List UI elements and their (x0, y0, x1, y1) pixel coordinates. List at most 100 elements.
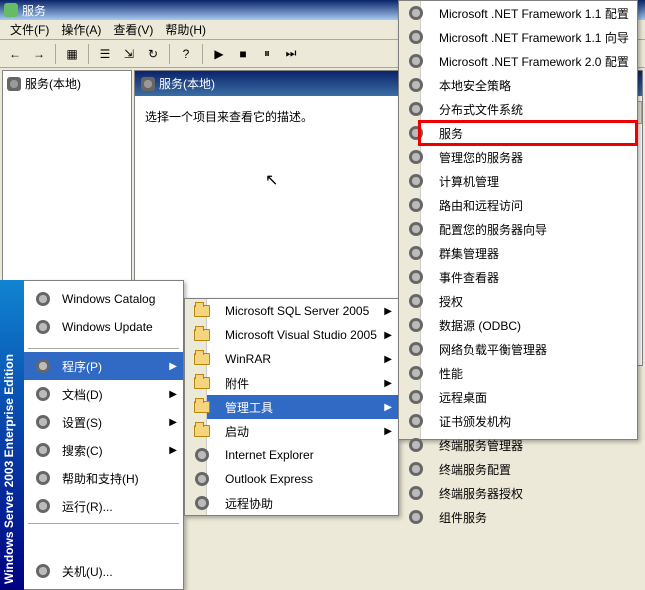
menu-action[interactable]: 操作(A) (55, 19, 107, 40)
admin-item-label: 群集管理器 (439, 245, 499, 262)
right-pane-title: 服务(本地) (159, 75, 215, 92)
start-item-documents[interactable]: 文档(D) ▶ (24, 380, 183, 408)
programs-item-label: Microsoft SQL Server 2005 (225, 304, 369, 318)
admin-item-label: 事件查看器 (439, 269, 499, 286)
admin-item-cluster[interactable]: 群集管理器 (421, 241, 637, 265)
forward-button[interactable]: → (28, 43, 50, 65)
start-item-label: 文档(D) (62, 386, 103, 403)
help-button[interactable]: ? (175, 43, 197, 65)
programs-item[interactable]: Microsoft Visual Studio 2005 ▶ (207, 323, 398, 347)
highlight-box (418, 120, 638, 146)
start-item-search[interactable]: 搜索(C)▶ (24, 436, 183, 464)
submenu-arrow-icon: ▶ (169, 361, 177, 372)
admin-item-label: 远程桌面 (439, 389, 487, 406)
start-item-label: 程序(P) (62, 358, 102, 375)
left-tree-root-label: 服务(本地) (25, 75, 81, 92)
admin-item-net[interactable]: Microsoft .NET Framework 2.0 配置 (421, 49, 637, 73)
programs-item-label: 附件 (225, 375, 249, 392)
properties-button[interactable]: ☰ (94, 43, 116, 65)
start-item-help[interactable]: 帮助和支持(H) (24, 464, 183, 492)
export-button[interactable]: ⇲ (118, 43, 140, 65)
admin-item-ca[interactable]: 证书颁发机构 (421, 409, 637, 433)
submenu-arrow-icon: ▶ (384, 402, 392, 413)
admin-item-comsvc[interactable]: 组件服务 (421, 505, 637, 529)
programs-item-label: 启动 (225, 423, 249, 440)
submenu-arrow-icon: ▶ (169, 389, 177, 400)
submenu-arrow-icon: ▶ (384, 306, 392, 317)
start-menu-banner: Windows Server 2003 Enterprise Edition (0, 280, 24, 590)
admin-item-label: 终端服务配置 (439, 461, 511, 478)
admin-item-label: 管理您的服务器 (439, 149, 523, 166)
admin-item-ts[interactable]: 终端服务管理器 (421, 433, 637, 457)
start-item-label: 帮助和支持(H) (62, 470, 139, 487)
programs-item[interactable]: WinRAR ▶ (207, 347, 398, 371)
submenu-arrow-icon: ▶ (169, 417, 177, 428)
programs-item-label: 管理工具 (225, 399, 273, 416)
programs-item[interactable]: Outlook Express (207, 467, 398, 491)
programs-item[interactable]: Internet Explorer (207, 443, 398, 467)
admin-item-label: 性能 (439, 365, 463, 382)
admin-item-mgr[interactable]: 管理您的服务器 (421, 145, 637, 169)
submenu-arrow-icon: ▶ (384, 330, 392, 341)
services-icon (7, 77, 21, 91)
start-item-update[interactable]: Windows Update (24, 313, 183, 341)
programs-item-label: Microsoft Visual Studio 2005 (225, 328, 377, 342)
window-title: 服务 (22, 2, 46, 19)
admin-item-label: 终端服务管理器 (439, 437, 523, 454)
admin-item-net[interactable]: Microsoft .NET Framework 1.1 向导 (421, 25, 637, 49)
programs-item[interactable]: 启动▶ (207, 419, 398, 443)
admin-item-comp[interactable]: 计算机管理 (421, 169, 637, 193)
programs-submenu: Microsoft SQL Server 2005▶Microsoft Visu… (184, 298, 399, 516)
admin-item-label: 路由和远程访问 (439, 197, 523, 214)
admin-item-rdp[interactable]: 远程桌面 (421, 385, 637, 409)
programs-item[interactable]: 远程协助 (207, 491, 398, 515)
submenu-arrow-icon: ▶ (384, 378, 392, 389)
start-item-settings[interactable]: 设置(S)▶ (24, 408, 183, 436)
start-item-run[interactable]: 运行(R)... (24, 492, 183, 520)
admin-item-tslic[interactable]: 终端服务器授权 (421, 481, 637, 505)
programs-item-label: 远程协助 (225, 495, 273, 512)
menu-file[interactable]: 文件(F) (4, 19, 55, 40)
admin-item-lic[interactable]: 授权 (421, 289, 637, 313)
admin-item-tscfg[interactable]: 终端服务配置 (421, 457, 637, 481)
admin-item-cfg[interactable]: 配置您的服务器向导 (421, 217, 637, 241)
start-item-label: 关机(U)... (62, 563, 113, 580)
start-item-programs[interactable]: 程序(P) ▶ (24, 352, 183, 380)
pause-svc-button[interactable]: ⏸ (256, 43, 278, 65)
programs-item[interactable]: 管理工具 ▶ (207, 395, 398, 419)
programs-item[interactable]: Microsoft SQL Server 2005 ▶ (207, 299, 398, 323)
refresh-button[interactable]: ↻ (142, 43, 164, 65)
start-svc-button[interactable]: ▶ (208, 43, 230, 65)
left-tree-root[interactable]: 服务(本地) (7, 75, 127, 92)
menu-view[interactable]: 查看(V) (107, 19, 159, 40)
programs-item[interactable]: 附件 ▶ (207, 371, 398, 395)
admin-item-label: 网络负载平衡管理器 (439, 341, 547, 358)
start-item-catalog[interactable]: Windows Catalog (24, 285, 183, 313)
admin-item-label: 分布式文件系统 (439, 101, 523, 118)
admin-item-label: 终端服务器授权 (439, 485, 523, 502)
back-button[interactable]: ← (4, 43, 26, 65)
start-item-shutdown[interactable]: 关机(U)... (24, 557, 183, 585)
start-menu-body: Windows CatalogWindows Update 程序(P)▶文档(D… (24, 280, 184, 590)
admin-item-event[interactable]: 事件查看器 (421, 265, 637, 289)
admin-item-label: Microsoft .NET Framework 1.1 向导 (439, 29, 629, 46)
menu-help[interactable]: 帮助(H) (159, 19, 212, 40)
restart-svc-button[interactable]: ⏭ (280, 43, 302, 65)
admin-item-label: 计算机管理 (439, 173, 499, 190)
programs-item-label: WinRAR (225, 352, 271, 366)
admin-item-label: Microsoft .NET Framework 1.1 配置 (439, 5, 629, 22)
submenu-arrow-icon: ▶ (384, 354, 392, 365)
admin-tools-submenu: Microsoft .NET Framework 1.1 配置 Microsoft… (398, 0, 638, 440)
show-hide-tree-button[interactable]: ▦ (61, 43, 83, 65)
stop-svc-button[interactable]: ■ (232, 43, 254, 65)
admin-item-dfs[interactable]: 分布式文件系统 (421, 97, 637, 121)
admin-item-label: 本地安全策略 (439, 77, 511, 94)
app-icon (4, 3, 18, 17)
admin-item-nlb[interactable]: 网络负载平衡管理器 (421, 337, 637, 361)
admin-item-sec[interactable]: 本地安全策略 (421, 73, 637, 97)
admin-item-perf[interactable]: 性能 (421, 361, 637, 385)
admin-item-odbc[interactable]: 数据源 (ODBC) (421, 313, 637, 337)
services-icon (141, 77, 155, 91)
admin-item-route[interactable]: 路由和远程访问 (421, 193, 637, 217)
admin-item-net[interactable]: Microsoft .NET Framework 1.1 配置 (421, 1, 637, 25)
